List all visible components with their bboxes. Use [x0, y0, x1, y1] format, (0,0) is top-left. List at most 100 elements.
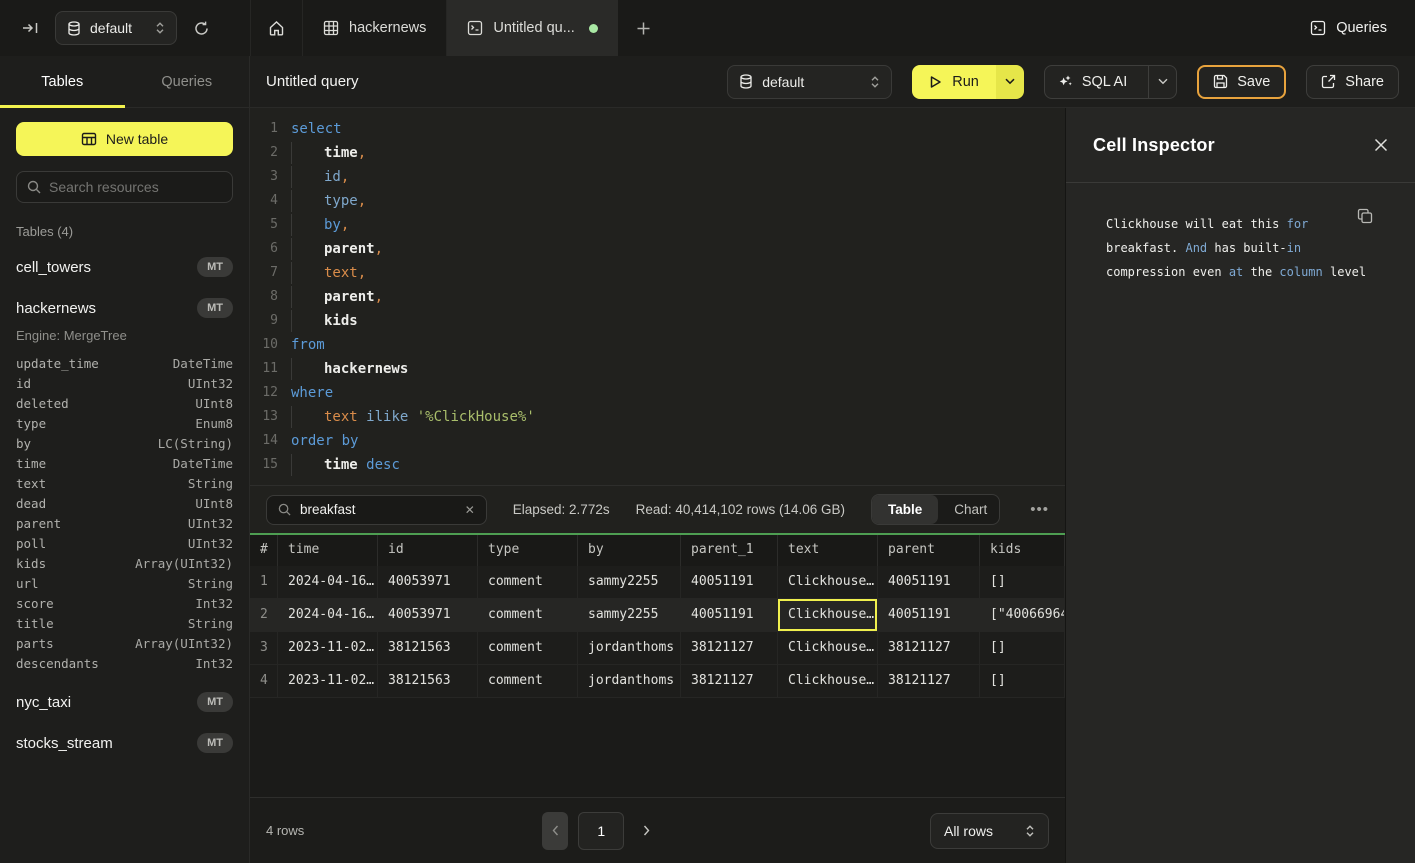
sidebar-table-item[interactable]: stocks_streamMT: [16, 730, 233, 756]
tab-home[interactable]: [250, 0, 302, 56]
sidebar-table-item[interactable]: hackernewsMT: [16, 295, 233, 321]
table-cell[interactable]: 2023-11-02…: [278, 632, 378, 664]
table-row[interactable]: 22024-04-16…40053971commentsammy22554005…: [250, 599, 1065, 632]
table-cell[interactable]: comment: [478, 632, 578, 664]
new-tab-button[interactable]: [618, 0, 669, 56]
table-cell[interactable]: 38121563: [378, 665, 478, 697]
queries-link[interactable]: Queries: [1310, 0, 1415, 56]
table-cell[interactable]: 40051191: [681, 566, 778, 598]
row-number-cell[interactable]: 2: [250, 599, 278, 631]
view-tab-table[interactable]: Table: [872, 495, 938, 524]
selected-table-cell[interactable]: Clickhouse…: [778, 599, 878, 631]
table-cell[interactable]: comment: [478, 599, 578, 631]
page-size-selector[interactable]: All rows: [930, 813, 1049, 849]
column-header[interactable]: text: [778, 535, 878, 566]
indent-guide: [291, 358, 324, 380]
tab-untitled-query[interactable]: Untitled qu...: [446, 0, 617, 56]
table-cell[interactable]: 40053971: [378, 599, 478, 631]
search-resources-input[interactable]: [49, 179, 222, 195]
table-cell[interactable]: comment: [478, 665, 578, 697]
table-cell[interactable]: Clickhouse…: [778, 665, 878, 697]
page-number-input[interactable]: 1: [578, 812, 624, 850]
table-cell[interactable]: []: [980, 632, 1065, 664]
sql-editor[interactable]: 1select2time,3id,4type,5by,6parent,7text…: [250, 108, 1065, 485]
column-header[interactable]: time: [278, 535, 378, 566]
column-header[interactable]: kids: [980, 535, 1065, 566]
table-row[interactable]: 32023-11-02…38121563commentjordanthoms38…: [250, 632, 1065, 665]
sidebar-tab-queries[interactable]: Queries: [125, 56, 250, 107]
indent-guide: [291, 142, 324, 164]
table-cell[interactable]: 38121127: [681, 632, 778, 664]
table-cell[interactable]: sammy2255: [578, 566, 681, 598]
column-header[interactable]: parent: [878, 535, 980, 566]
table-cell[interactable]: ["40066964…: [980, 599, 1065, 631]
results-search-input[interactable]: [300, 502, 450, 517]
next-page-button[interactable]: [643, 825, 650, 836]
table-cell[interactable]: 40051191: [878, 599, 980, 631]
database-selector[interactable]: default: [55, 11, 177, 45]
table-cell[interactable]: Clickhouse…: [778, 566, 878, 598]
table-cell[interactable]: 40051191: [878, 566, 980, 598]
save-button[interactable]: Save: [1197, 65, 1286, 99]
table-row[interactable]: 42023-11-02…38121563commentjordanthoms38…: [250, 665, 1065, 698]
sql-ai-options-button[interactable]: [1148, 66, 1176, 98]
editor-line: 7text,: [250, 261, 1065, 285]
refresh-icon[interactable]: [193, 20, 210, 37]
column-name: text: [16, 474, 46, 494]
run-options-button[interactable]: [996, 65, 1024, 99]
table-cell[interactable]: 38121127: [681, 665, 778, 697]
column-header[interactable]: by: [578, 535, 681, 566]
sidebar-table-item[interactable]: cell_towersMT: [16, 254, 233, 280]
table-cell[interactable]: []: [980, 665, 1065, 697]
table-cell[interactable]: []: [980, 566, 1065, 598]
copy-icon[interactable]: [1357, 208, 1373, 224]
table-cell[interactable]: 38121127: [878, 632, 980, 664]
column-header[interactable]: #: [250, 535, 278, 566]
view-tab-chart[interactable]: Chart: [938, 495, 1000, 524]
table-cell[interactable]: 38121563: [378, 632, 478, 664]
table-cell[interactable]: jordanthoms: [578, 665, 681, 697]
results-table-header: #timeidtypebyparent_1textparentkids: [250, 535, 1065, 566]
view-tab-label: Chart: [954, 502, 987, 517]
table-cell[interactable]: sammy2255: [578, 599, 681, 631]
table-cell[interactable]: comment: [478, 566, 578, 598]
table-cell[interactable]: 40053971: [378, 566, 478, 598]
column-header[interactable]: id: [378, 535, 478, 566]
column-type: Int32: [195, 654, 233, 674]
table-cell[interactable]: 2023-11-02…: [278, 665, 378, 697]
table-cell[interactable]: 38121127: [878, 665, 980, 697]
share-button[interactable]: Share: [1306, 65, 1399, 99]
sidebar-search[interactable]: [16, 171, 233, 203]
close-icon[interactable]: [1374, 138, 1388, 152]
table-cell[interactable]: 2024-04-16…: [278, 566, 378, 598]
sql-ai-button[interactable]: SQL AI: [1045, 66, 1139, 98]
more-options-icon[interactable]: •••: [1030, 501, 1049, 518]
sidebar-table-item[interactable]: nyc_taxiMT: [16, 689, 233, 715]
previous-page-button[interactable]: [542, 812, 568, 850]
home-icon: [268, 20, 285, 37]
table-row[interactable]: 12024-04-16…40053971commentsammy22554005…: [250, 566, 1065, 599]
run-button[interactable]: Run: [912, 65, 996, 99]
unsaved-changes-dot: [589, 24, 598, 33]
pagination: 1: [542, 812, 650, 850]
row-number-cell[interactable]: 1: [250, 566, 278, 598]
query-database-selector[interactable]: default: [727, 65, 892, 99]
new-table-button[interactable]: New table: [16, 122, 233, 156]
row-number-cell[interactable]: 3: [250, 632, 278, 664]
collapse-sidebar-icon[interactable]: [22, 20, 39, 36]
results-search[interactable]: ✕: [266, 495, 487, 525]
table-cell[interactable]: 40051191: [681, 599, 778, 631]
column-header[interactable]: parent_1: [681, 535, 778, 566]
editor-line: 3id,: [250, 165, 1065, 189]
line-number: 5: [250, 213, 278, 237]
column-header[interactable]: type: [478, 535, 578, 566]
table-cell[interactable]: 2024-04-16…: [278, 599, 378, 631]
line-number: 6: [250, 237, 278, 261]
tab-hackernews[interactable]: hackernews: [302, 0, 446, 56]
sidebar-tab-tables[interactable]: Tables: [0, 56, 125, 107]
row-number-cell[interactable]: 4: [250, 665, 278, 697]
line-number: 12: [250, 381, 278, 405]
table-cell[interactable]: jordanthoms: [578, 632, 681, 664]
table-cell[interactable]: Clickhouse…: [778, 632, 878, 664]
clear-search-icon[interactable]: ✕: [465, 503, 475, 517]
